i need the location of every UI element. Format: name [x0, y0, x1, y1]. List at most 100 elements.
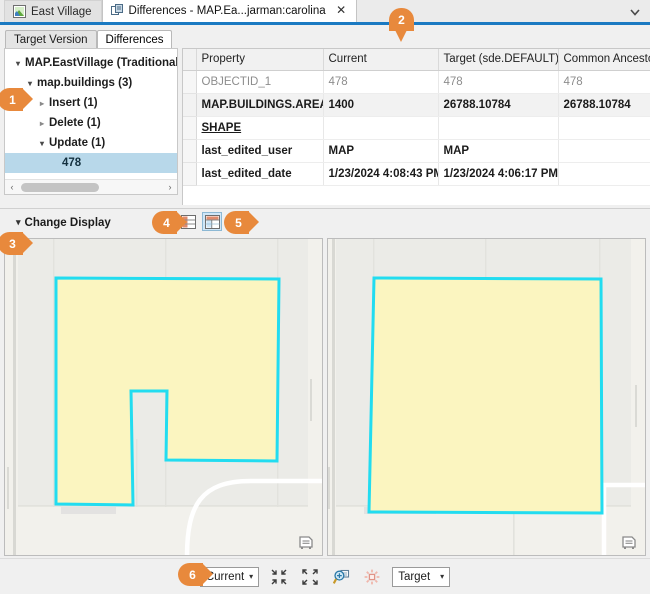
- change-display-label: Change Display: [25, 217, 111, 229]
- cell-current: MAP: [323, 139, 438, 162]
- table-row[interactable]: SHAPE: [183, 116, 650, 139]
- flash-feature-button[interactable]: [361, 567, 383, 587]
- cell-property: last_edited_user: [196, 139, 323, 162]
- table-rows-view-button[interactable]: [178, 212, 198, 231]
- window-tab-east-village[interactable]: East Village: [4, 0, 102, 22]
- map-panes: [0, 236, 650, 558]
- zoom-out-full-button[interactable]: [299, 567, 321, 587]
- cell-current: 1400: [323, 93, 438, 116]
- window-tab-label: East Village: [31, 6, 92, 18]
- tab-label: Target Version: [14, 34, 88, 46]
- differences-table: Property Current Target (sde.DEFAULT) Co…: [183, 49, 650, 186]
- tree-item-feature-478[interactable]: 478: [5, 153, 177, 173]
- table-row[interactable]: MAP.BUILDINGS.AREA 1400 26788.10784 2678…: [183, 93, 650, 116]
- table-grid-icon: [205, 215, 220, 229]
- tree-item-version[interactable]: ▾ MAP.EastVillage (Traditional) -: [5, 53, 177, 73]
- column-header-property[interactable]: Property: [196, 49, 323, 70]
- tree-item-label: Insert (1): [49, 97, 98, 109]
- column-header-common-ancestor[interactable]: Common Ancestor: [558, 49, 650, 70]
- property-grid-panel[interactable]: Property Current Target (sde.DEFAULT) Co…: [182, 48, 650, 205]
- table-grid-view-button[interactable]: [202, 212, 222, 231]
- table-row[interactable]: last_edited_date 1/23/2024 4:08:43 PM 1/…: [183, 162, 650, 185]
- target-version-map[interactable]: [327, 238, 646, 556]
- window-tab-label: Differences - MAP.Ea...jarman:carolina: [129, 5, 326, 17]
- column-header-target[interactable]: Target (sde.DEFAULT): [438, 49, 558, 70]
- scrollbar-track[interactable]: [19, 180, 163, 195]
- triangle-down-icon[interactable]: ▾: [11, 59, 25, 68]
- zoom-to-feature-button[interactable]: [330, 567, 352, 587]
- map-view-icon: [13, 5, 26, 18]
- row-selector[interactable]: [183, 93, 196, 116]
- cell-current: 1/23/2024 4:08:43 PM: [323, 162, 438, 185]
- row-selector[interactable]: [183, 139, 196, 162]
- chevron-down-icon: ▾: [16, 217, 21, 228]
- flash-sparkle-icon: [364, 569, 380, 585]
- row-selector[interactable]: [183, 70, 196, 93]
- tab-differences[interactable]: Differences: [97, 30, 173, 49]
- change-display-expander[interactable]: ▾ Change Display: [16, 217, 111, 229]
- tree-item-label: Update (1): [49, 137, 105, 149]
- cell-target: 478: [438, 70, 558, 93]
- cell-common-ancestor: 26788.10784: [558, 93, 650, 116]
- tree-item-label: MAP.EastVillage (Traditional) -: [25, 57, 178, 69]
- row-selector[interactable]: [183, 162, 196, 185]
- tree-item-update[interactable]: ▾ Update (1): [5, 133, 177, 153]
- panel-tab-bar: Target Version Differences: [0, 28, 650, 49]
- cell-property: last_edited_date: [196, 162, 323, 185]
- scroll-left-arrow-icon[interactable]: ‹: [5, 182, 19, 192]
- cell-property[interactable]: SHAPE: [196, 116, 323, 139]
- tree-horizontal-scrollbar[interactable]: ‹ ›: [5, 179, 177, 194]
- zoom-to-extent-button[interactable]: [268, 567, 290, 587]
- triangle-down-icon[interactable]: ▾: [23, 79, 37, 88]
- tab-target-version[interactable]: Target Version: [5, 30, 97, 49]
- row-selector[interactable]: [183, 116, 196, 139]
- triangle-down-icon[interactable]: ▾: [35, 139, 49, 148]
- bottom-toolbar: Current ▾: [0, 558, 650, 594]
- current-map-canvas[interactable]: [5, 239, 323, 556]
- differences-window: East Village Differences - MAP.Ea...jarm…: [0, 0, 650, 594]
- tree-item-label: 478: [62, 157, 81, 169]
- cell-target: 1/23/2024 4:06:17 PM: [438, 162, 558, 185]
- right-version-dropdown[interactable]: Target ▾: [392, 567, 450, 587]
- scrollbar-thumb[interactable]: [21, 183, 99, 192]
- basemap-attribution-icon[interactable]: [298, 534, 316, 550]
- left-version-dropdown[interactable]: Current ▾: [200, 567, 259, 587]
- current-version-map[interactable]: [4, 238, 323, 556]
- table-row[interactable]: last_edited_user MAP MAP: [183, 139, 650, 162]
- basemap-attribution-icon[interactable]: [621, 534, 639, 550]
- close-icon[interactable]: ✕: [336, 5, 347, 16]
- triangle-right-icon[interactable]: ▸: [35, 119, 49, 128]
- shape-link[interactable]: SHAPE: [202, 122, 242, 134]
- change-display-toolbar: [178, 212, 222, 231]
- table-header-row: Property Current Target (sde.DEFAULT) Co…: [183, 49, 650, 70]
- cell-current: [323, 116, 438, 139]
- stacked-rows-icon: [181, 215, 196, 229]
- column-header-current[interactable]: Current: [323, 49, 438, 70]
- chevron-down-icon: ▾: [249, 572, 253, 581]
- window-tab-differences[interactable]: Differences - MAP.Ea...jarman:carolina ✕: [102, 0, 357, 22]
- table-row[interactable]: OBJECTID_1 478 478 478: [183, 70, 650, 93]
- tree-panel[interactable]: ▾ MAP.EastVillage (Traditional) - ▾ map.…: [4, 48, 178, 195]
- differences-icon: [111, 4, 124, 17]
- tree-item-insert[interactable]: ▸ Insert (1): [5, 93, 177, 113]
- tree-item-label: Delete (1): [49, 117, 101, 129]
- cell-target: 26788.10784: [438, 93, 558, 116]
- zoom-in-corners-icon: [271, 569, 287, 585]
- scroll-right-arrow-icon[interactable]: ›: [163, 182, 177, 192]
- tree-item-label: map.buildings (3): [37, 77, 132, 89]
- target-map-canvas[interactable]: [328, 239, 646, 556]
- tree-item-delete[interactable]: ▸ Delete (1): [5, 113, 177, 133]
- dropdown-value: Current: [206, 571, 244, 583]
- cell-target: MAP: [438, 139, 558, 162]
- chevron-down-icon[interactable]: [629, 6, 641, 18]
- cell-current: 478: [323, 70, 438, 93]
- cell-common-ancestor: [558, 139, 650, 162]
- dropdown-value: Target: [398, 571, 430, 583]
- tab-label: Differences: [106, 34, 164, 46]
- magnifier-feature-icon: [333, 569, 350, 585]
- triangle-right-icon[interactable]: ▸: [35, 99, 49, 108]
- window-tab-strip: East Village Differences - MAP.Ea...jarm…: [0, 0, 650, 25]
- chevron-down-icon: ▾: [440, 572, 444, 581]
- tree-item-map-buildings[interactable]: ▾ map.buildings (3): [5, 73, 177, 93]
- difference-tree: ▾ MAP.EastVillage (Traditional) - ▾ map.…: [5, 49, 177, 173]
